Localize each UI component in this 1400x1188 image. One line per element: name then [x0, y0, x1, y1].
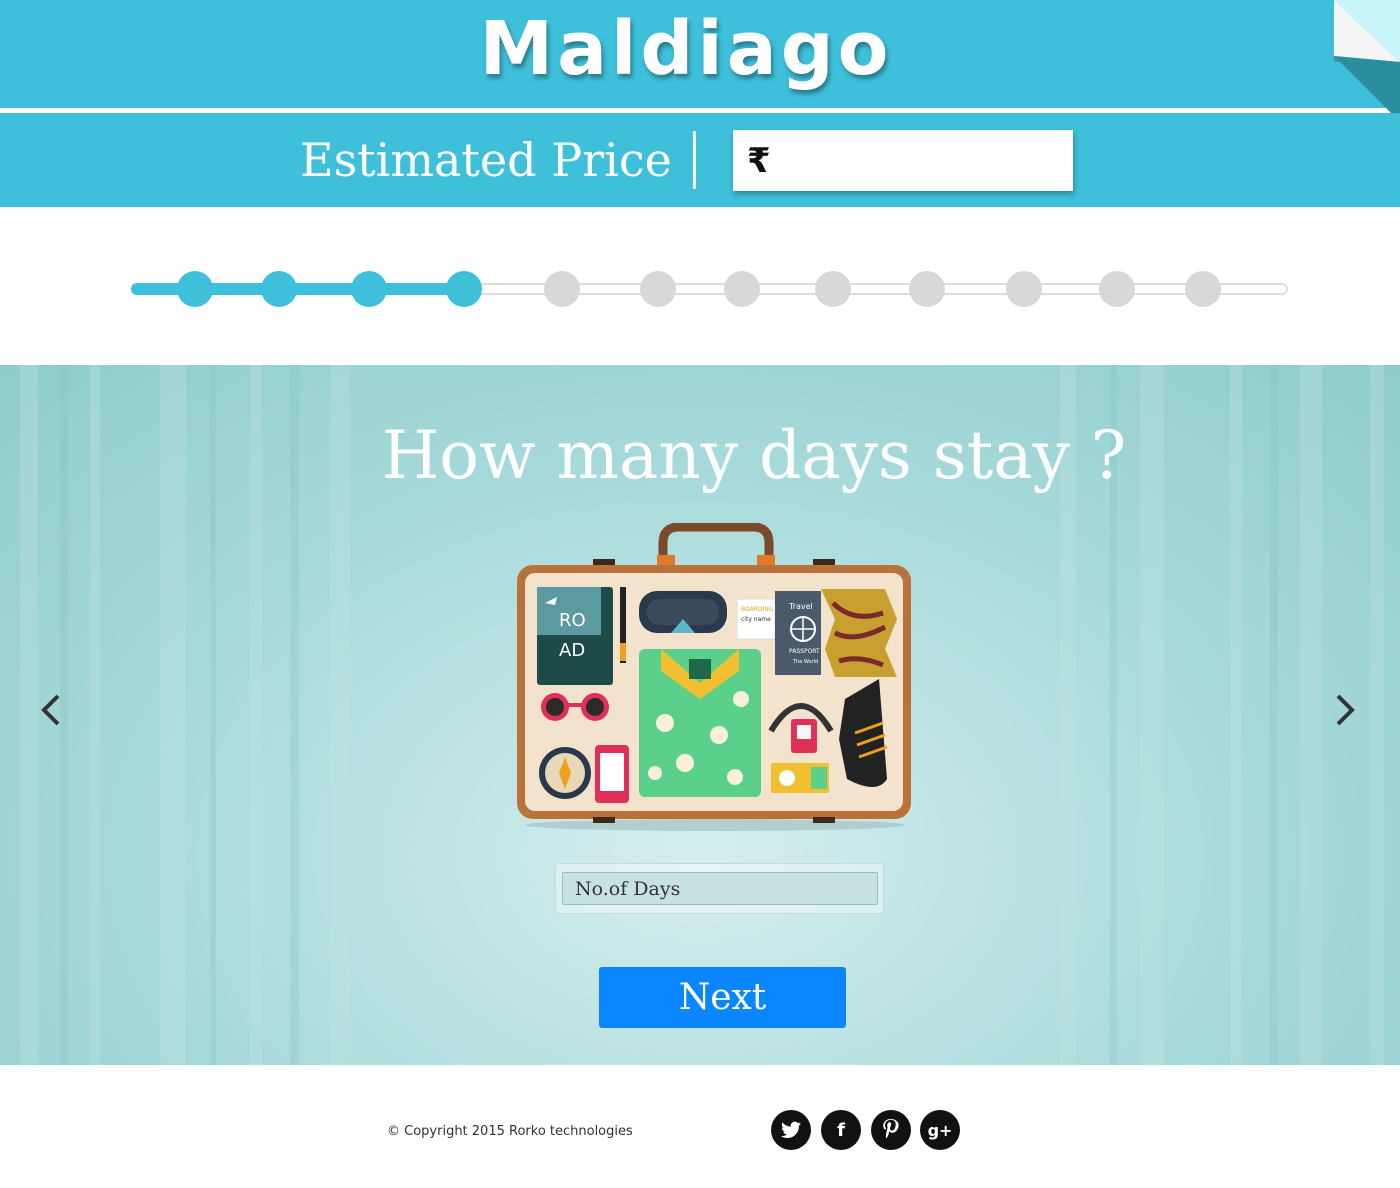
question-panel: How many days stay ? RO AD BOARDING city… [0, 365, 1400, 1065]
divider [693, 131, 696, 189]
progress-step-10 [1006, 271, 1042, 307]
progress-step-6 [640, 271, 676, 307]
twitter-icon[interactable] [771, 1110, 811, 1150]
page-corner-fold-icon [1334, 0, 1400, 122]
chevron-right-icon[interactable] [1332, 685, 1360, 739]
facebook-icon[interactable]: f [821, 1110, 861, 1150]
progress-step-11 [1099, 271, 1135, 307]
chevron-left-icon[interactable] [36, 685, 64, 739]
estimated-price-field[interactable]: ₹ [733, 130, 1073, 191]
next-button[interactable]: Next [599, 967, 846, 1028]
copyright-text: © Copyright 2015 Rorko technologies [387, 1124, 633, 1139]
road-book-bottom-text: AD [559, 640, 585, 661]
estimated-price-bar: Estimated Price ₹ [0, 113, 1400, 207]
google-plus-icon[interactable]: g+ [920, 1110, 960, 1150]
passport-sub-text: The World [792, 659, 818, 665]
pinterest-icon[interactable] [871, 1110, 911, 1150]
brand-logo[interactable]: Maldiago [0, 6, 1372, 92]
question-title: How many days stay ? [381, 417, 1127, 494]
road-book-top-text: RO [559, 610, 586, 631]
passport-top-text: Travel [788, 602, 813, 611]
boarding-pass-title: BOARDING [741, 606, 774, 613]
progress-step-5 [544, 271, 580, 307]
days-field-wrapper [555, 863, 884, 914]
step-progress [0, 207, 1400, 365]
progress-step-2 [261, 271, 297, 307]
progress-step-7 [724, 271, 760, 307]
estimated-price-label: Estimated Price [300, 133, 672, 187]
footer: © Copyright 2015 Rorko technologies f g+ [0, 1065, 1400, 1188]
progress-step-12 [1185, 271, 1221, 307]
progress-step-8 [815, 271, 851, 307]
passport-bottom-text: PASSPORT [789, 648, 820, 655]
suitcase-illustration: RO AD BOARDING city name Travel PASSPORT… [517, 523, 911, 831]
progress-step-4 [446, 271, 482, 307]
progress-step-3 [351, 271, 387, 307]
progress-step-9 [909, 271, 945, 307]
boarding-pass-city: city name [741, 616, 771, 623]
progress-step-1 [177, 271, 213, 307]
top-bar: Maldiago [0, 0, 1400, 108]
rupee-icon: ₹ [747, 140, 771, 181]
days-input[interactable] [562, 872, 878, 905]
